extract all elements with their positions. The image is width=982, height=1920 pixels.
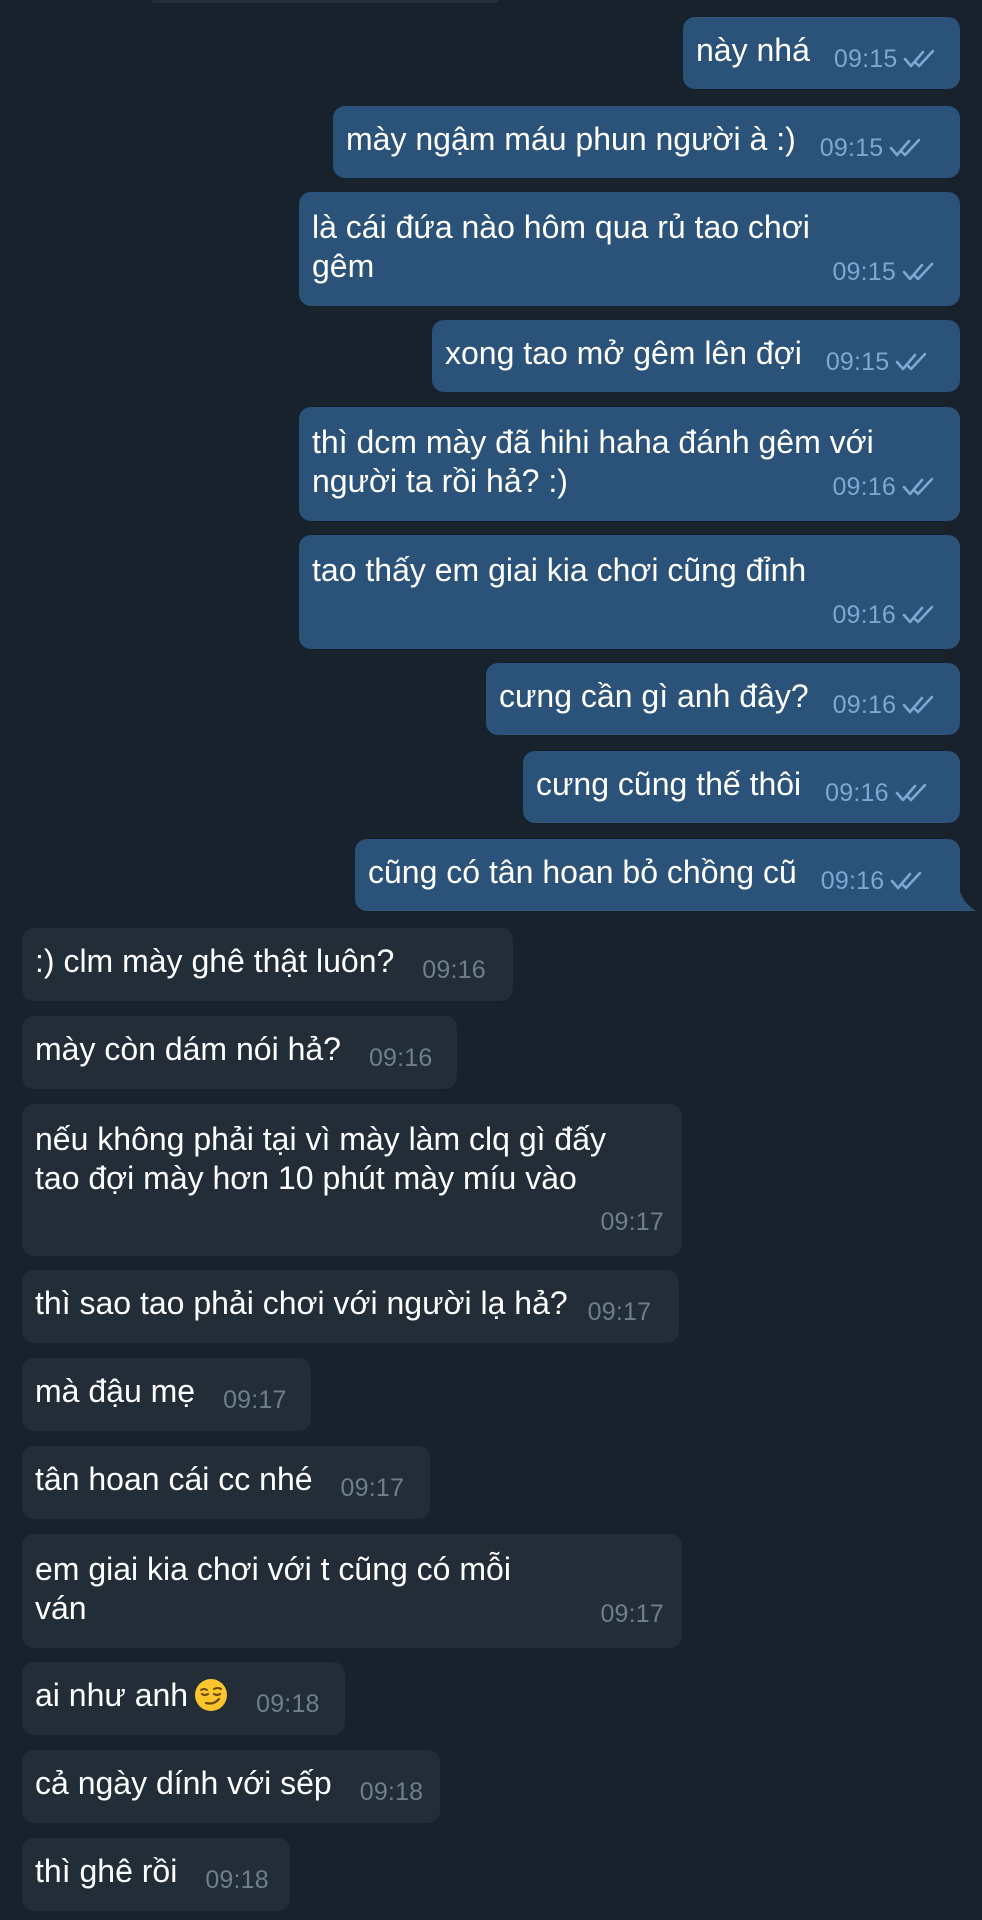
message-time: 09:16: [832, 601, 896, 629]
message-text: cưng cũng thế thôi: [536, 766, 802, 802]
message-outgoing[interactable]: mày ngậm máu phun người à :) 09:15: [333, 106, 960, 178]
message-text: là cái đứa nào hôm qua rủ tao chơi gêm: [312, 209, 810, 284]
message-text: em giai kia chơi với t cũng có mỗi ván: [35, 1551, 511, 1626]
message-text: ai như anh: [35, 1677, 189, 1713]
message-incoming[interactable]: nếu không phải tại vì mày làm clq gì đấy…: [22, 1104, 682, 1256]
message-meta: 09:17: [341, 1466, 405, 1508]
message-time: 09:15: [833, 45, 898, 73]
message-meta: 09:17: [600, 1592, 664, 1634]
read-receipt-double-check-icon: [902, 694, 938, 716]
chat-history[interactable]: này nhá 09:15 mày ngậm máu phun người à :…: [0, 0, 982, 1920]
message-time: 09:17: [600, 1600, 664, 1628]
message-time: 09:17: [223, 1386, 287, 1414]
message-text: thì dcm mày đã hihi haha đánh gêm với ng…: [312, 424, 874, 499]
message-meta: 09:18: [256, 1682, 320, 1724]
read-receipt-double-check-icon: [902, 476, 938, 498]
message-outgoing[interactable]: cưng cần gì anh đây? 09:16: [486, 663, 960, 735]
message-text: xong tao mở gêm lên đợi: [445, 335, 802, 371]
message-incoming[interactable]: cả ngày dính với sếp 09:18: [22, 1750, 440, 1823]
message-time: 09:17: [340, 1474, 405, 1502]
message-text: mày còn dám nói hả?: [35, 1031, 341, 1067]
message-incoming[interactable]: em giai kia chơi với t cũng có mỗi ván 09…: [22, 1534, 682, 1648]
message-outgoing[interactable]: này nhá 09:15: [683, 17, 960, 89]
message-incoming[interactable]: mà đậu mẹ 09:17: [22, 1358, 311, 1431]
message-time: 09:18: [256, 1690, 320, 1718]
message-text: thì ghê rồi: [35, 1853, 178, 1889]
message-incoming[interactable]: thì sao tao phải chơi với người lạ hả? 09…: [22, 1270, 679, 1343]
message-outgoing[interactable]: cũng có tân hoan bỏ chồng cũ 09:16: [355, 839, 960, 911]
message-time: 09:17: [600, 1208, 664, 1236]
message-time: 09:15: [819, 134, 884, 162]
message-incoming[interactable]: mày còn dám nói hả? 09:16: [22, 1016, 457, 1089]
message-text: mày ngậm máu phun người à :): [346, 121, 796, 157]
message-time: 09:15: [825, 348, 890, 376]
message-text: nếu không phải tại vì mày làm clq gì đấy…: [35, 1121, 606, 1196]
message-time: 09:16: [832, 691, 897, 719]
message-meta: 09:16: [832, 465, 938, 507]
message-outgoing[interactable]: xong tao mở gêm lên đợi 09:15: [432, 320, 960, 392]
message-meta: 09:15: [834, 37, 940, 79]
message-outgoing[interactable]: thì dcm mày đã hihi haha đánh gêm với ng…: [299, 407, 960, 521]
message-time: 09:18: [359, 1778, 424, 1806]
message-meta: 09:16: [821, 859, 927, 901]
message-incoming[interactable]: ai như anh 09:18: [22, 1662, 345, 1735]
message-time: 09:16: [368, 1044, 433, 1072]
message-meta: 09:16: [422, 948, 486, 990]
message-outgoing[interactable]: tao thấy em giai kia chơi cũng đỉnh 09:16: [299, 535, 960, 649]
message-text: cả ngày dính với sếp: [35, 1765, 332, 1801]
read-receipt-double-check-icon: [902, 604, 938, 626]
message-meta: 09:15: [820, 126, 926, 168]
message-meta: 09:17: [600, 1200, 664, 1242]
message-meta: 09:16: [833, 683, 939, 725]
message-time: 09:17: [587, 1298, 652, 1326]
message-text: mà đậu mẹ: [35, 1373, 196, 1409]
message-time: 09:16: [832, 473, 896, 501]
message-outgoing[interactable]: cưng cũng thế thôi 09:16: [523, 751, 960, 823]
read-receipt-double-check-icon: [889, 137, 925, 159]
message-meta: 09:16: [832, 593, 938, 635]
message-text: cưng cần gì anh đây?: [499, 678, 809, 714]
message-meta: 09:18: [360, 1770, 424, 1812]
message-text: tân hoan cái cc nhé: [35, 1461, 313, 1497]
message-meta: 09:15: [826, 340, 932, 382]
bubble-tail: [958, 885, 976, 911]
read-receipt-double-check-icon: [895, 351, 931, 373]
message-meta: 09:17: [223, 1378, 287, 1420]
read-receipt-double-check-icon: [902, 261, 938, 283]
read-receipt-double-check-icon: [895, 782, 931, 804]
message-time: 09:16: [422, 956, 486, 984]
message-meta: 09:16: [369, 1036, 433, 1078]
message-meta: 09:18: [205, 1858, 269, 1900]
smirking-face-emoji-icon: [194, 1678, 228, 1712]
message-incoming[interactable]: tân hoan cái cc nhé 09:17: [22, 1446, 430, 1519]
message-time: 09:15: [832, 258, 896, 286]
message-meta: 09:15: [832, 250, 938, 292]
message-text: này nhá: [696, 32, 810, 68]
message-text: thì sao tao phải chơi với người lạ hả?: [35, 1285, 568, 1321]
message-incoming[interactable]: :) clm mày ghê thật luôn? 09:16: [22, 928, 513, 1001]
message-outgoing[interactable]: là cái đứa nào hôm qua rủ tao chơi gêm 09…: [299, 192, 960, 306]
message-text: :) clm mày ghê thật luôn?: [35, 943, 395, 979]
message-meta: 09:17: [588, 1290, 652, 1332]
message-time: 09:16: [820, 867, 885, 895]
read-receipt-double-check-icon: [903, 48, 939, 70]
message-text: cũng có tân hoan bỏ chồng cũ: [368, 854, 797, 890]
message-incoming[interactable]: thì ghê rồi 09:18: [22, 1838, 290, 1911]
read-receipt-double-check-icon: [890, 870, 926, 892]
message-time: 09:16: [825, 779, 889, 807]
message-meta: 09:16: [825, 771, 931, 813]
message-time: 09:18: [205, 1866, 269, 1894]
message-text: tao thấy em giai kia chơi cũng đỉnh: [312, 552, 807, 588]
